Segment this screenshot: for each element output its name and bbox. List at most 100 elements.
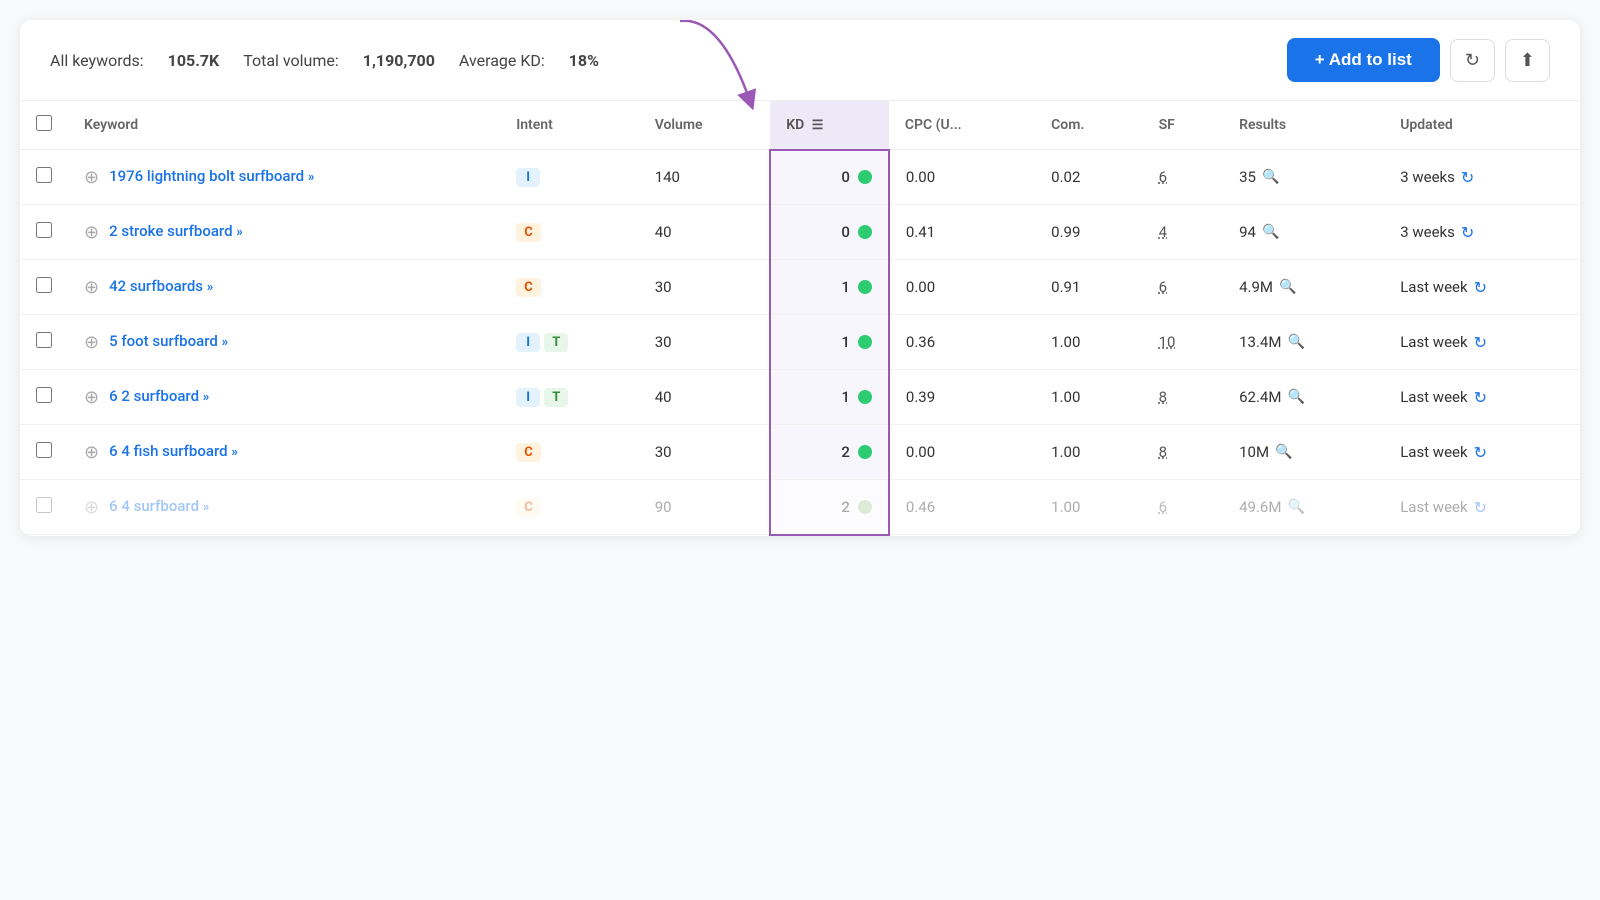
row-checkbox[interactable] — [36, 497, 52, 513]
row-checkbox-cell[interactable] — [20, 150, 68, 205]
results-cell: 62.4M🔍 — [1223, 370, 1384, 425]
results-value: 62.4M — [1239, 388, 1281, 406]
kd-dot-icon — [858, 335, 872, 349]
intent-cell: C — [500, 205, 639, 260]
select-all-checkbox[interactable] — [36, 115, 52, 131]
chevron-right-icon: » — [207, 280, 214, 295]
sf-value: 6 — [1159, 168, 1167, 186]
row-refresh-icon[interactable]: ↻ — [1474, 388, 1487, 407]
row-checkbox[interactable] — [36, 277, 52, 293]
results-cell: 49.6M🔍 — [1223, 480, 1384, 535]
intent-badge-c: C — [516, 223, 541, 242]
row-refresh-icon[interactable]: ↻ — [1461, 168, 1474, 187]
com-cell: 1.00 — [1035, 425, 1142, 480]
export-button[interactable]: ⬆ — [1505, 39, 1550, 82]
updated-cell: Last week ↻ — [1384, 260, 1580, 315]
header-stats: All keywords: 105.7K Total volume: 1,190… — [50, 51, 1263, 70]
cpc-cell: 0.00 — [889, 425, 1035, 480]
table-row: ⊕ 5 foot surfboard » IT3010.361.001013.4… — [20, 315, 1580, 370]
add-keyword-icon[interactable]: ⊕ — [84, 222, 99, 243]
row-checkbox-cell[interactable] — [20, 480, 68, 535]
results-cell: 13.4M🔍 — [1223, 315, 1384, 370]
updated-cell: Last week↻ — [1384, 480, 1580, 535]
keyword-link[interactable]: 1976 lightning bolt surfboard — [109, 167, 304, 185]
keyword-link[interactable]: 6 4 fish surfboard — [109, 442, 227, 460]
add-keyword-icon[interactable]: ⊕ — [84, 387, 99, 408]
avg-kd-label: Average KD: — [459, 51, 545, 70]
keyword-link[interactable]: 5 foot surfboard — [109, 332, 218, 350]
row-refresh-icon[interactable]: ↻ — [1474, 498, 1487, 517]
sf-col-header: SF — [1143, 101, 1224, 150]
sf-value: 10 — [1159, 333, 1176, 351]
volume-cell: 140 — [639, 150, 771, 205]
row-refresh-icon[interactable]: ↻ — [1474, 333, 1487, 352]
row-refresh-icon[interactable]: ↻ — [1461, 223, 1474, 242]
row-checkbox-cell[interactable] — [20, 315, 68, 370]
cpc-cell: 0.00 — [889, 150, 1035, 205]
refresh-button[interactable]: ↻ — [1450, 39, 1495, 82]
kd-cell: 1 — [770, 315, 889, 370]
kd-dot-icon — [858, 170, 872, 184]
add-keyword-icon[interactable]: ⊕ — [84, 497, 99, 518]
com-col-header: Com. — [1035, 101, 1142, 150]
kd-dot-icon — [858, 280, 872, 294]
row-refresh-icon[interactable]: ↻ — [1474, 278, 1487, 297]
table-row: ⊕ 6 4 surfboard » C9020.461.00649.6M🔍Las… — [20, 480, 1580, 535]
add-keyword-icon[interactable]: ⊕ — [84, 277, 99, 298]
sf-cell: 6 — [1143, 480, 1224, 535]
results-icon: 🔍 — [1287, 499, 1304, 515]
kd-dot-icon — [858, 445, 872, 459]
add-keyword-icon[interactable]: ⊕ — [84, 167, 99, 188]
updated-value: 3 weeks — [1400, 223, 1455, 241]
kd-value: 0 — [834, 223, 850, 241]
volume-cell: 30 — [639, 425, 771, 480]
chevron-right-icon: » — [236, 225, 243, 240]
row-refresh-icon[interactable]: ↻ — [1474, 443, 1487, 462]
add-to-list-button[interactable]: + Add to list — [1287, 38, 1440, 82]
add-keyword-icon[interactable]: ⊕ — [84, 332, 99, 353]
keyword-link[interactable]: 6 4 surfboard — [109, 497, 199, 515]
results-cell: 10M🔍 — [1223, 425, 1384, 480]
intent-badge-i: I — [516, 168, 540, 187]
updated-value: Last week — [1400, 278, 1467, 296]
kd-value: 1 — [834, 278, 850, 296]
intent-badge-i: I — [516, 333, 540, 352]
row-checkbox[interactable] — [36, 387, 52, 403]
select-all-header[interactable] — [20, 101, 68, 150]
intent-badge-t: T — [544, 388, 568, 407]
intent-badge-c: C — [516, 443, 541, 462]
row-checkbox[interactable] — [36, 222, 52, 238]
row-checkbox-cell[interactable] — [20, 425, 68, 480]
row-checkbox[interactable] — [36, 442, 52, 458]
sf-cell: 8 — [1143, 370, 1224, 425]
row-checkbox-cell[interactable] — [20, 205, 68, 260]
results-value: 4.9M — [1239, 278, 1273, 296]
table-row: ⊕ 1976 lightning bolt surfboard » I14000… — [20, 150, 1580, 205]
com-cell: 0.91 — [1035, 260, 1142, 315]
cpc-col-header: CPC (U... — [889, 101, 1035, 150]
all-keywords-value: 105.7K — [168, 51, 220, 70]
row-checkbox-cell[interactable] — [20, 260, 68, 315]
updated-cell: Last week↻ — [1384, 370, 1580, 425]
row-checkbox-cell[interactable] — [20, 370, 68, 425]
table-header-row: Keyword Intent Volume KD ☰ CPC (U... Com… — [20, 101, 1580, 150]
volume-col-header: Volume — [639, 101, 771, 150]
keyword-link[interactable]: 2 stroke surfboard — [109, 222, 232, 240]
chevron-right-icon: » — [203, 390, 210, 405]
keyword-link[interactable]: 42 surfboards — [109, 277, 203, 295]
keyword-link[interactable]: 6 2 surfboard — [109, 387, 199, 405]
keyword-cell: ⊕ 6 4 fish surfboard » — [68, 425, 500, 480]
com-cell: 1.00 — [1035, 315, 1142, 370]
add-keyword-icon[interactable]: ⊕ — [84, 442, 99, 463]
results-icon: 🔍 — [1262, 169, 1279, 185]
sf-value: 8 — [1159, 388, 1167, 406]
kd-col-header[interactable]: KD ☰ — [770, 101, 889, 150]
keyword-cell: ⊕ 6 4 surfboard » — [68, 480, 500, 535]
row-checkbox[interactable] — [36, 167, 52, 183]
com-cell: 0.99 — [1035, 205, 1142, 260]
updated-cell: Last week↻ — [1384, 425, 1580, 480]
avg-kd-value: 18% — [569, 51, 599, 70]
row-checkbox[interactable] — [36, 332, 52, 348]
intent-cell: IT — [500, 370, 639, 425]
kd-cell: 0 — [770, 205, 889, 260]
